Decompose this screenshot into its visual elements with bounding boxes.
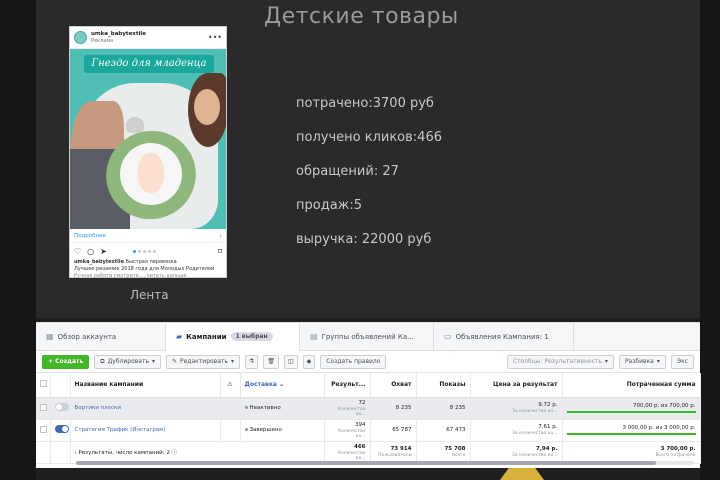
instagram-post: umka_babytextile Реклама ••• Гнездо для … (69, 26, 227, 279)
stat-spent: потрачено:3700 руб (296, 96, 434, 111)
account-overview-icon: ▦ (46, 332, 54, 341)
ad-sets-icon: ▤ (310, 332, 318, 341)
comment-icon[interactable]: ○ (87, 247, 94, 256)
campaign-toggle[interactable] (54, 425, 69, 433)
share-icon[interactable]: ➤ (100, 247, 107, 256)
sort-icon: ⌄ (279, 381, 285, 389)
heart-icon[interactable]: ♡ (74, 247, 81, 256)
post-header: umka_babytextile Реклама ••• (70, 27, 226, 49)
avatar[interactable] (74, 31, 87, 44)
select-all-checkbox[interactable] (40, 380, 47, 388)
stats-list: потрачено:3700 руб получено кликов:466 о… (296, 96, 442, 266)
stat-inquiries: обращений: 27 (296, 164, 399, 179)
expand-icon[interactable]: › (75, 450, 77, 456)
bookmark-icon[interactable]: ⌑ (218, 247, 222, 256)
cta-bar[interactable]: Подробнее › (70, 229, 226, 243)
campaign-name[interactable]: Бортики плоски (75, 405, 121, 411)
stat-revenue: выручка: 22000 руб (296, 232, 432, 247)
status-dot-icon (244, 428, 248, 431)
carousel-indicator (132, 249, 156, 253)
tag-icon: ◆ (306, 358, 312, 365)
tab-campaigns[interactable]: ▰ Кампании 1 выбран (166, 322, 300, 351)
left-edge (0, 0, 36, 480)
ads-toolbar: + Создать ⧉ Дублировать ▾ ✎ Редактировать ▾ … (36, 351, 700, 373)
info-icon[interactable]: ⓘ (172, 450, 178, 456)
col-impressions[interactable]: Показы (416, 373, 471, 398)
flask-icon: ⚗ (248, 358, 255, 365)
spend-progress-bar (566, 411, 696, 413)
preview-icon: ◫ (287, 358, 294, 365)
toy-icon (126, 117, 144, 133)
spend-progress-bar (566, 433, 696, 435)
right-edge (700, 0, 720, 480)
feed-label: Лента (130, 288, 169, 302)
chevron-down-icon: ▾ (656, 358, 660, 365)
delivery-status: Завершено (249, 427, 282, 433)
col-campaign-name[interactable]: Название кампании (70, 373, 221, 398)
edit-button[interactable]: ✎ Редактировать ▾ (166, 354, 240, 369)
ads-manager: ▦ Обзор аккаунта ▰ Кампании 1 выбран ▤ Г… (36, 322, 701, 468)
status-dot-icon (244, 406, 248, 409)
ads-tabs: ▦ Обзор аккаунта ▰ Кампании 1 выбран ▤ Г… (36, 322, 700, 351)
row-checkbox[interactable] (40, 403, 47, 411)
tab-ad-sets[interactable]: ▤ Группы объявлений Ка... (300, 322, 434, 351)
selected-badge[interactable]: 1 выбран (230, 332, 273, 341)
ab-test-button[interactable]: ⚗ (244, 354, 259, 369)
tab-ads[interactable]: ▭ Объявления Кампания: 1 (434, 322, 574, 351)
campaign-toggle[interactable] (54, 403, 69, 411)
stat-clicks: получено кликов:466 (296, 130, 442, 145)
create-button[interactable]: + Создать (42, 354, 90, 369)
export-button[interactable]: Экс (670, 354, 694, 369)
decorative-shape (500, 468, 544, 480)
table-row[interactable]: Стратегия Трафик (Инстаграм) Завершено 3… (36, 419, 701, 442)
chevron-right-icon: › (219, 231, 222, 240)
warning-icon: ⚠ (220, 373, 241, 398)
post-image: Гнездо для младенца (70, 49, 226, 229)
campaigns-table: Название кампании ⚠ Доставка ⌄ Результ..… (36, 373, 701, 464)
totals-row: › Результаты, число кампаний: 2 ⓘ 466 Кол… (36, 441, 701, 464)
breakdown-dropdown[interactable]: Разбивка ▾ (618, 354, 666, 369)
col-amount-spent[interactable]: Потраченная сумма (562, 373, 701, 398)
col-delivery[interactable]: Доставка ⌄ (240, 373, 325, 398)
cta-link[interactable]: Подробнее (74, 233, 106, 239)
stat-sales: продаж:5 (296, 198, 363, 213)
ads-icon: ▭ (444, 332, 452, 341)
columns-dropdown[interactable]: Столбцы: Результативность ▾ (506, 354, 614, 369)
create-rule-button[interactable]: Создать правило (320, 354, 387, 369)
campaign-name[interactable]: Стратегия Трафик (Инстаграм) (75, 427, 166, 433)
table-header: Название кампании ⚠ Доставка ⌄ Результ..… (36, 373, 701, 398)
tag-button[interactable]: ◆ (302, 354, 316, 369)
chevron-down-icon: ▾ (604, 358, 608, 365)
slide-title: Детские товары (264, 4, 459, 29)
horizontal-scrollbar[interactable] (76, 461, 694, 465)
chevron-down-icon: ▾ (152, 358, 156, 365)
chevron-down-icon: ▾ (230, 358, 234, 365)
presentation-slide: Детские товары umka_babytextile Реклама … (36, 0, 700, 318)
caption-username[interactable]: umka_babytextile (74, 259, 124, 265)
sponsored-label: Реклама (91, 37, 114, 44)
baby-figure (138, 153, 164, 193)
preview-button[interactable]: ◫ (283, 354, 298, 369)
row-checkbox[interactable] (40, 425, 47, 433)
copy-icon: ⧉ (100, 357, 105, 365)
col-results[interactable]: Результ... (324, 373, 371, 398)
delete-button[interactable]: 🗑 (263, 354, 279, 369)
post-caption: umka_babytextile Быстрая перевязка Лучше… (74, 259, 215, 279)
post-username[interactable]: umka_babytextile (91, 31, 146, 38)
duplicate-button[interactable]: ⧉ Дублировать ▾ (94, 354, 162, 369)
tab-account-overview[interactable]: ▦ Обзор аккаунта (36, 322, 166, 351)
image-banner: Гнездо для младенца (84, 55, 214, 73)
post-actions: ♡ ○ ➤ ⌑ (70, 243, 226, 259)
delivery-status: Неактивно (249, 405, 281, 411)
pencil-icon: ✎ (172, 358, 178, 365)
col-reach[interactable]: Охват (370, 373, 417, 398)
trash-icon: 🗑 (267, 358, 275, 365)
more-options-icon[interactable]: ••• (208, 33, 222, 42)
table-row[interactable]: Бортики плоски Неактивно 72 Количество ко… (36, 397, 701, 420)
campaigns-icon: ▰ (176, 332, 183, 341)
col-cost-per-result[interactable]: Цена за результат (470, 373, 563, 398)
